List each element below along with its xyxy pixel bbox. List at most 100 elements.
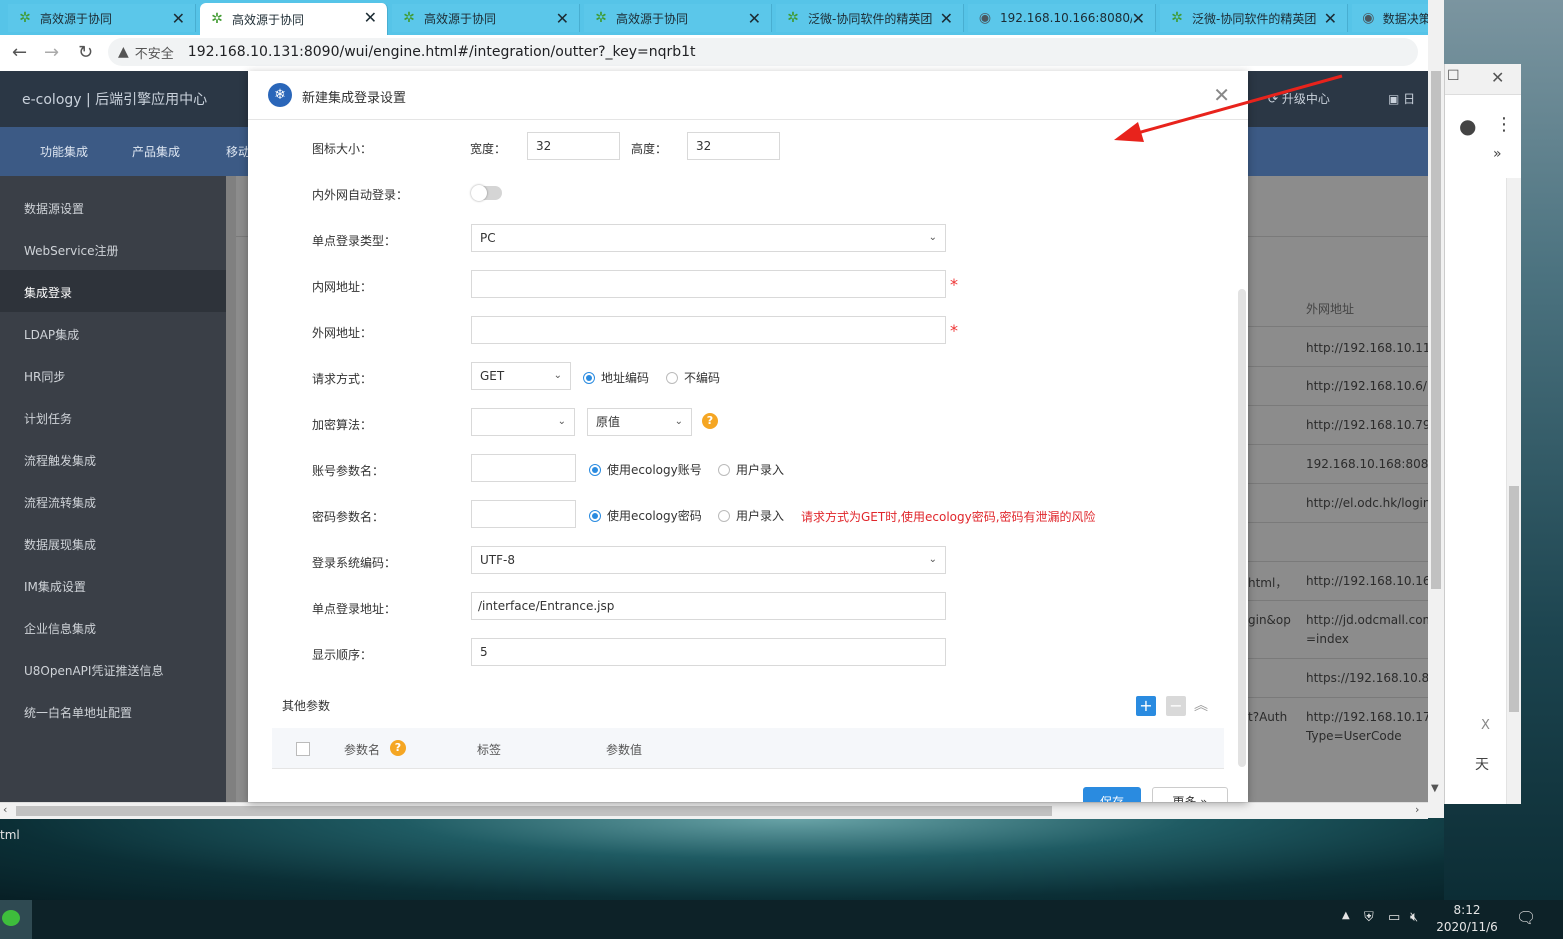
close-x-label[interactable]: X xyxy=(1481,718,1490,733)
scroll-left-icon[interactable]: ‹ xyxy=(3,803,7,816)
sidebar-item[interactable]: IM集成设置 xyxy=(24,578,86,595)
encode-address-radio[interactable]: 地址编码 xyxy=(583,369,649,386)
back-icon[interactable]: ← xyxy=(12,42,27,63)
vertical-scrollbar[interactable]: ▼ xyxy=(1428,71,1444,802)
scrollbar-thumb[interactable] xyxy=(16,806,1052,816)
security-label[interactable]: 不安全 xyxy=(135,43,174,62)
charset-select[interactable]: UTF-8 ⌄ xyxy=(471,546,946,574)
scrollbar-thumb[interactable] xyxy=(1431,71,1441,589)
sso-url-input[interactable]: /interface/Entrance.jsp xyxy=(471,592,946,620)
background-window[interactable]: ☐ ✕ ● ⋮ » X 天 xyxy=(1444,64,1521,804)
sidebar-item[interactable]: 流程触发集成 xyxy=(24,452,96,469)
url-field[interactable]: ▲ 不安全 192.168.10.131:8090/wui/engine.htm… xyxy=(108,38,1418,66)
use-ecology-account-radio[interactable]: 使用ecology账号 xyxy=(589,461,702,478)
close-icon[interactable]: ✕ xyxy=(748,9,761,28)
close-icon[interactable]: ✕ xyxy=(1132,9,1145,28)
help-icon[interactable]: ? xyxy=(702,413,718,429)
inner-url-input[interactable] xyxy=(471,270,946,298)
remove-param-button[interactable]: − xyxy=(1166,696,1186,716)
scrollbar-thumb[interactable] xyxy=(1509,486,1519,712)
add-param-button[interactable]: + xyxy=(1136,696,1156,716)
sidebar-item[interactable]: LDAP集成 xyxy=(24,326,79,343)
account-user-input-radio[interactable]: 用户录入 xyxy=(718,461,784,478)
account-param-input[interactable] xyxy=(471,454,576,482)
encrypt-algorithm-select[interactable]: ⌄ xyxy=(471,408,575,436)
encrypt-mode-select[interactable]: 原值 ⌄ xyxy=(587,408,692,436)
save-button[interactable]: 保存 xyxy=(1083,787,1141,802)
use-ecology-password-radio[interactable]: 使用ecology密码 xyxy=(589,507,702,524)
menu-icon[interactable]: ⋮ xyxy=(1495,114,1513,135)
select-all-checkbox[interactable] xyxy=(296,742,310,756)
arrow-head xyxy=(1114,122,1144,142)
tab[interactable]: ✲ 高效源于协同 ✕ xyxy=(392,4,580,32)
sso-type-select[interactable]: PC ⌄ xyxy=(471,224,946,252)
dialog-scrollbar[interactable] xyxy=(1238,289,1246,767)
tab[interactable]: ✲ 泛微-协同软件的精英团 ✕ xyxy=(776,4,964,32)
nav-product-integration[interactable]: 产品集成 xyxy=(132,143,180,160)
warning-icon[interactable]: ▲ xyxy=(118,44,129,60)
radio-dot[interactable] xyxy=(589,509,601,522)
horizontal-scrollbar[interactable]: ‹ › xyxy=(0,802,1428,819)
sidebar-item[interactable]: 数据源设置 xyxy=(24,200,84,217)
url-text[interactable]: 192.168.10.131:8090/wui/engine.html#/int… xyxy=(188,44,696,60)
no-encode-radio[interactable]: 不编码 xyxy=(666,369,720,386)
width-label: 宽度： xyxy=(470,142,507,156)
tab[interactable]: ◉ 192.168.10.166:8080/✕ xyxy=(968,4,1156,32)
close-icon[interactable]: ✕ xyxy=(364,8,377,27)
chevron-right-icon[interactable]: » xyxy=(1493,146,1502,162)
maximize-icon[interactable]: ☐ xyxy=(1447,68,1460,84)
outer-url-input[interactable] xyxy=(471,316,946,344)
sidebar-item[interactable]: HR同步 xyxy=(24,368,65,385)
width-input[interactable]: 32 xyxy=(527,132,620,160)
radio-dot[interactable] xyxy=(718,509,730,522)
more-button[interactable]: 更多 » xyxy=(1152,787,1228,802)
wechat-icon[interactable] xyxy=(0,900,32,939)
clock[interactable]: 8:12 2020/11/6 xyxy=(1436,902,1498,936)
sidebar-item-active[interactable]: 集成登录 xyxy=(24,284,72,301)
radio-dot[interactable] xyxy=(666,371,678,384)
tab-active[interactable]: ✲ 高效源于协同 ✕ xyxy=(200,3,388,35)
sidebar-item[interactable]: 计划任务 xyxy=(24,410,72,427)
height-input[interactable]: 32 xyxy=(687,132,780,160)
forward-icon[interactable]: → xyxy=(44,42,59,63)
radio-dot[interactable] xyxy=(718,463,730,476)
sidebar-item[interactable]: U8OpenAPI凭证推送信息 xyxy=(24,662,163,679)
nav-function-integration[interactable]: 功能集成 xyxy=(40,143,88,160)
notification-icon[interactable]: 🗨︎ xyxy=(1516,908,1536,927)
scroll-down-icon[interactable]: ▼ xyxy=(1431,783,1439,794)
sidebar-item[interactable]: 数据展现集成 xyxy=(24,536,96,553)
close-icon[interactable]: ✕ xyxy=(1491,68,1504,87)
close-icon[interactable]: ✕ xyxy=(940,9,953,28)
tab[interactable]: ✲ 高效源于协同 ✕ xyxy=(584,4,772,32)
shield-icon[interactable]: ⛨ xyxy=(1364,910,1374,925)
password-user-input-radio[interactable]: 用户录入 xyxy=(718,507,784,524)
tab[interactable]: ◉ 数据决策 xyxy=(1352,4,1428,32)
sidebar-item[interactable]: 流程流转集成 xyxy=(24,494,96,511)
background-window-scrollbar[interactable] xyxy=(1506,178,1521,804)
tray-expand-icon[interactable]: ▲ xyxy=(1342,910,1350,921)
volume-muted-icon[interactable]: 🔇︎ xyxy=(1410,910,1418,925)
close-icon[interactable]: ✕ xyxy=(1324,9,1337,28)
close-icon[interactable]: ✕ xyxy=(172,9,185,28)
sidebar-item[interactable]: 企业信息集成 xyxy=(24,620,96,637)
reload-icon[interactable]: ↻ xyxy=(78,42,93,63)
radio-dot[interactable] xyxy=(589,463,601,476)
close-icon[interactable]: ✕ xyxy=(556,9,569,28)
network-icon[interactable]: ▭ xyxy=(1388,910,1400,925)
radio-dot[interactable] xyxy=(583,371,595,384)
background-window-titlebar[interactable]: ☐ ✕ xyxy=(1445,64,1521,95)
request-method-select[interactable]: GET ⌄ xyxy=(471,362,571,390)
scroll-right-icon[interactable]: › xyxy=(1415,803,1419,816)
password-param-input[interactable] xyxy=(471,500,576,528)
sidebar-item[interactable]: WebService注册 xyxy=(24,242,119,259)
account-icon[interactable]: ● xyxy=(1459,114,1476,138)
collapse-icon[interactable]: ︽ xyxy=(1194,695,1208,715)
auto-login-toggle[interactable] xyxy=(471,185,502,201)
log-link[interactable]: ▣ 日 xyxy=(1388,90,1415,107)
nav-mobile[interactable]: 移动 xyxy=(226,143,250,160)
help-icon[interactable]: ? xyxy=(390,740,406,756)
tab[interactable]: ✲ 泛微-协同软件的精英团 ✕ xyxy=(1160,4,1348,32)
tab[interactable]: ✲ 高效源于协同 ✕ xyxy=(8,4,196,32)
sidebar-item[interactable]: 统一白名单地址配置 xyxy=(24,704,132,721)
display-order-input[interactable]: 5 xyxy=(471,638,946,666)
